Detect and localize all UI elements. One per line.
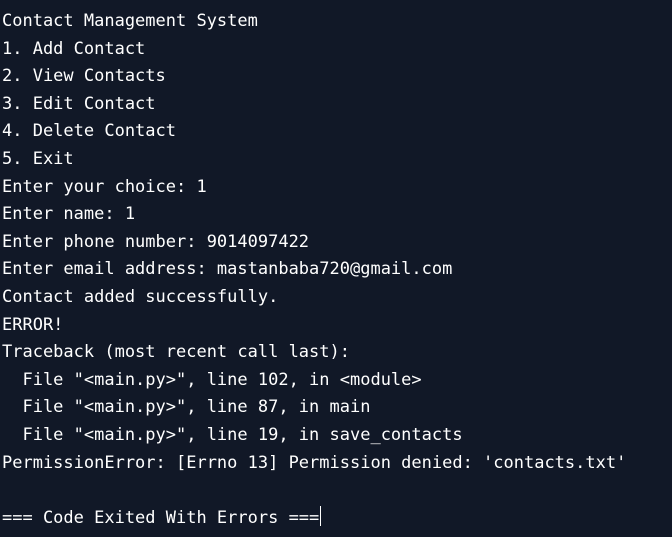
error-label: ERROR!	[2, 314, 64, 335]
menu-option-view-contacts: 2. View Contacts	[2, 66, 166, 87]
choice-prompt: Enter your choice: 1	[2, 176, 207, 197]
phone-prompt: Enter phone number: 9014097422	[2, 231, 310, 252]
menu-option-exit: 5. Exit	[2, 148, 74, 169]
success-message: Contact added successfully.	[2, 286, 279, 307]
menu-option-edit-contact: 3. Edit Contact	[2, 93, 156, 114]
traceback-header: Traceback (most recent call last):	[2, 342, 350, 363]
name-prompt: Enter name: 1	[2, 204, 136, 225]
email-prompt: Enter email address: mastanbaba720@gmail…	[2, 259, 453, 280]
menu-option-delete-contact: 4. Delete Contact	[2, 121, 176, 142]
terminal-output: Contact Management System 1. Add Contact…	[0, 0, 672, 537]
text-cursor	[320, 505, 322, 526]
menu-option-add-contact: 1. Add Contact	[2, 38, 146, 59]
exit-status-line: === Code Exited With Errors ===	[0, 505, 672, 533]
exception-message: PermissionError: [Errno 13] Permission d…	[2, 452, 627, 473]
traceback-frame: File "<main.py>", line 87, in main	[2, 397, 371, 418]
program-title: Contact Management System	[2, 11, 258, 31]
traceback-frame: File "<main.py>", line 19, in save_conta…	[2, 424, 463, 445]
traceback-frame: File "<main.py>", line 102, in <module>	[2, 369, 422, 390]
exit-status-text: === Code Exited With Errors ===	[2, 507, 320, 528]
